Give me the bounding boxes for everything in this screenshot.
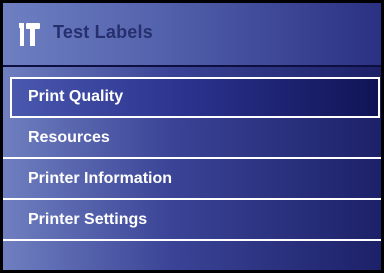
menu-item-label: Printer Settings — [28, 211, 148, 228]
menu-item-resources[interactable]: Resources — [3, 118, 381, 159]
menu-list: Print Quality Resources Printer Informat… — [3, 77, 381, 241]
menu-item-label: Printer Information — [28, 170, 173, 187]
hammer-icon — [15, 20, 45, 50]
menu-title: Test Labels — [53, 22, 153, 42]
menu-item-print-quality[interactable]: Print Quality — [10, 77, 380, 118]
menu-item-printer-information[interactable]: Printer Information — [3, 159, 381, 200]
menu-item-label: Resources — [28, 129, 110, 146]
menu-panel: Test Labels Print Quality Resources Prin… — [3, 3, 381, 270]
printer-display-screen: Test Labels Print Quality Resources Prin… — [0, 0, 384, 273]
menu-header: Test Labels — [3, 3, 381, 67]
menu-item-printer-settings[interactable]: Printer Settings — [3, 200, 381, 241]
menu-item-label: Print Quality — [28, 88, 124, 105]
